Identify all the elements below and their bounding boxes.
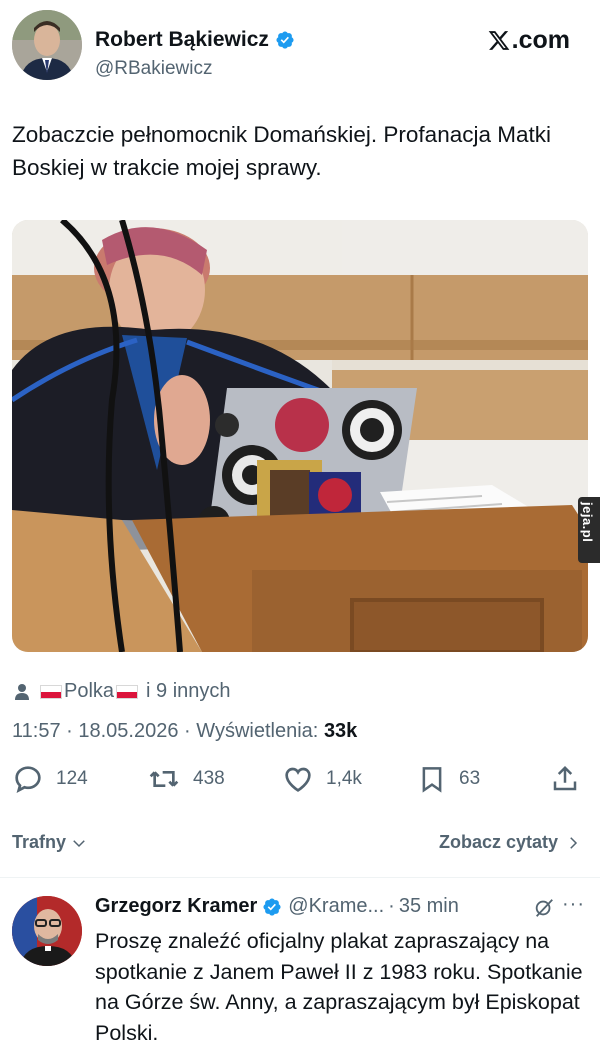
poland-flag-icon [116,684,139,699]
reply-text: Proszę znaleźć oficjalny plakat zaprasza… [95,929,583,1045]
tweet-header: Robert Bąkiewicz @RBakiewicz .com [12,10,588,80]
chevron-right-icon [570,836,578,849]
heart-icon [285,767,311,792]
tweet-date[interactable]: 18.05.2026 [78,720,178,742]
author-name-text[interactable]: Robert Bąkiewicz [95,28,269,52]
reply-sort-dropdown[interactable]: Trafny [12,832,88,853]
courtroom-photo-image [12,220,588,652]
bookmark-button[interactable]: 63 [417,763,480,795]
reply-author-name[interactable]: Grzegorz Kramer [95,895,257,918]
reply-author-handle[interactable]: @Krame... [288,895,384,918]
repost-button[interactable]: 438 [147,763,225,795]
share-icon [553,765,577,791]
like-count: 1,4k [326,768,362,789]
meta-separator: · [388,895,395,917]
liked-by-name[interactable]: Polka [64,680,114,703]
reply-header: Grzegorz Kramer @Krame... · 35 min ··· [95,893,595,919]
more-options-icon[interactable]: ··· [562,893,585,916]
person-icon [15,683,29,700]
view-quotes-label[interactable]: Zobacz cytaty [439,832,558,853]
x-brand: .com [487,26,570,55]
views-label: Wyświetlenia: [196,720,319,742]
sort-label[interactable]: Trafny [12,832,66,853]
x-logo-icon [488,31,510,50]
liked-by[interactable]: Polka i 9 innych [14,680,231,703]
meta-separator: · [184,720,191,742]
tweet-photo[interactable] [12,220,588,652]
views-count: 33k [323,720,358,742]
grok-icon[interactable] [533,897,555,919]
author-handle[interactable]: @RBakiewicz [95,58,212,80]
liked-by-others[interactable]: i 9 innych [146,680,231,703]
view-quotes-link[interactable]: Zobacz cytaty [439,832,582,853]
repost-icon [149,771,179,787]
x-brand-label: .com [511,26,570,54]
verified-badge-icon [276,31,294,49]
share-button[interactable] [550,763,592,795]
tweet-text: Zobaczcie pełnomocnik Domańskiej. Profan… [12,122,551,180]
reply-time[interactable]: 35 min [399,895,459,918]
reply-avatar[interactable] [12,896,82,966]
like-button[interactable]: 1,4k [282,763,362,795]
poland-flag-icon [40,684,62,699]
author-avatar[interactable] [12,10,82,80]
repost-count: 438 [193,768,225,789]
bookmark-icon [422,767,442,793]
chevron-down-icon [73,839,85,847]
reply-tweet[interactable]: Grzegorz Kramer @Krame... · 35 min ··· P… [0,878,600,1063]
reply-icon [15,766,41,793]
watermark-badge: jeja.pl [578,497,600,563]
tweet-actions: 124 438 1,4k 63 [12,763,588,803]
tweet-time[interactable]: 11:57 [12,720,61,742]
tweet-meta: 11:57 · 18.05.2026 · Wyświetlenia: 33k [12,720,357,743]
reply-count: 124 [56,768,88,789]
watermark-label: jeja.pl [580,502,595,543]
author-name[interactable]: Robert Bąkiewicz [95,28,295,52]
bookmark-count: 63 [459,768,481,789]
reply-button[interactable]: 124 [12,763,88,795]
meta-separator: · [66,720,73,742]
verified-badge-icon [263,897,281,916]
